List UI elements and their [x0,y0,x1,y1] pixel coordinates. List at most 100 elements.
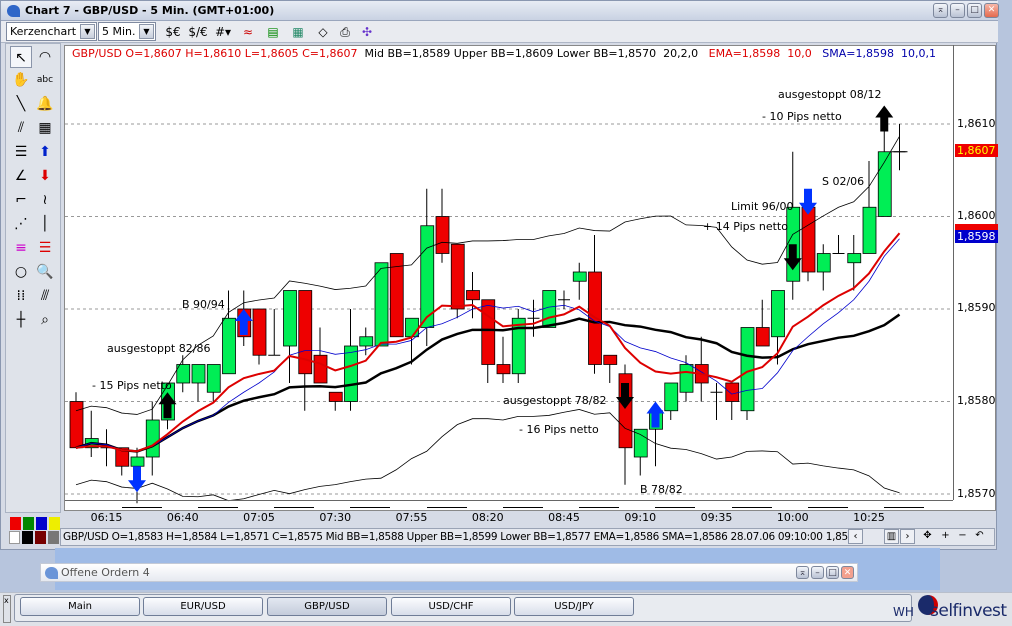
maximize-button[interactable]: □ [826,566,839,579]
close-button[interactable]: ✕ [984,3,999,18]
candle-up [664,382,679,412]
ray-tool-icon[interactable]: ⌐ [10,189,32,211]
scroll-right-button[interactable]: › [900,529,915,544]
indicator-volume-icon[interactable]: ▤ [263,23,283,41]
chevron-down-icon[interactable]: ▼ [80,24,95,39]
minimize-button[interactable]: – [811,566,824,579]
app-icon [45,567,58,579]
color-swatch-green[interactable] [23,517,34,530]
chart-type-select[interactable]: Kerzenchart ▼ [6,22,97,41]
zoom-out-icon[interactable]: − [955,529,970,544]
currency-dollar-euro-icon[interactable]: $€ [163,23,183,41]
price-axis-divider [953,45,954,500]
zoom-area-tool-icon[interactable]: ⌕ [34,309,56,331]
circle-tool-icon[interactable]: ○ [10,261,32,283]
annotation: S 02/06 [822,175,865,188]
parallel-lines-tool-icon[interactable]: ⫽ [10,117,32,139]
tab-eur-usd[interactable]: EUR/USD [143,597,263,616]
annotation: B 78/82 [640,483,683,496]
tab-usd-jpy[interactable]: USD/JPY [514,597,634,616]
candle-up [130,456,145,467]
pointer-tool-icon[interactable]: ↖ [10,46,32,68]
price-tick: 1,8610 [957,117,996,130]
move-icon[interactable]: ✥ [920,529,935,544]
buy-arrow-tool-icon[interactable]: ⬆ [34,141,56,163]
time-axis-segment [807,507,848,508]
scroll-thumb[interactable]: ▥ [884,529,899,544]
price-tick: 1,8570 [957,487,996,500]
brand-prefix: WH [893,605,914,619]
zoom-tool-icon[interactable]: 🔍 [34,261,56,283]
time-axis-segment [731,507,772,508]
bb-lower-line [75,409,900,502]
print-icon[interactable]: ⎙ [335,23,355,41]
calculator-icon[interactable]: ▦ [34,117,56,139]
fibonacci-levels-tool-icon[interactable]: ☰ [34,237,56,259]
scroll-left-button[interactable]: ‹ [848,529,863,544]
candle-down [450,243,465,310]
buy-arrow-icon [875,105,894,132]
channel-tool-icon[interactable]: ⫻ [34,285,56,307]
indicator-icon[interactable]: ≈ [238,23,258,41]
fan-tool-icon[interactable]: ∠ [10,165,32,187]
candle-up [679,364,694,393]
fibonacci-tool-icon[interactable]: ≡ [10,237,32,259]
chevron-down-icon[interactable]: ▼ [139,24,154,39]
vertical-line-tool-icon[interactable]: │ [34,213,56,235]
color-swatch-darkred[interactable] [35,531,46,544]
alarm-bell-icon[interactable]: 🔔 [34,93,56,115]
crosshair-tool-icon[interactable]: ┼ [10,309,32,331]
candle-up [633,428,648,458]
network-icon[interactable]: ✣ [357,23,377,41]
color-swatch-white[interactable] [9,531,20,544]
annotation: ausgestoppt 78/82 [503,394,607,407]
dropdown-window-button[interactable]: ⌅ [796,566,809,579]
chart-template-icon[interactable]: ▦ [288,23,308,41]
orders-window-minimized[interactable]: Offene Ordern 4 ⌅ – □ ✕ [40,563,858,582]
color-swatch-yellow[interactable] [49,517,60,530]
dropdown-window-button[interactable]: ⌅ [933,3,948,18]
arc-tool-icon[interactable]: ◠ [34,46,56,68]
time-axis-segment [655,507,696,508]
candle-down [603,354,618,365]
hand-tool-icon[interactable]: ✋ [10,69,32,91]
sell-arrow-tool-icon[interactable]: ⬇ [34,165,56,187]
price-tick: 1,8600 [957,209,996,222]
time-axis-segment [197,507,238,508]
toolbar: Kerzenchart ▼ 5 Min. ▼ $€ $/€ #▾ ≈ ▤ ▦ ◇ ⎙… [1,21,998,43]
gann-fan-tool-icon[interactable]: ⋰ [10,213,32,235]
tab-main[interactable]: Main [20,597,140,616]
color-swatch-black[interactable] [22,531,33,544]
maximize-button[interactable]: □ [967,3,982,18]
window-title: Chart 7 - GBP/USD - 5 Min. (GMT+01:00) [25,4,275,17]
book-icon[interactable]: ◇ [313,23,333,41]
text-tool-icon[interactable]: abc [34,69,56,91]
tab-gbp-usd[interactable]: GBP/USD [267,597,387,616]
color-swatch-gray[interactable] [48,531,59,544]
zoom-in-icon[interactable]: + [938,529,953,544]
tab-usd-chf[interactable]: USD/CHF [391,597,511,616]
close-tabs-icon[interactable]: x [3,595,11,623]
dotted-grid-tool-icon[interactable]: ⁞⁞ [10,285,32,307]
trendline-tool-icon[interactable]: ╲ [10,93,32,115]
time-tick: 07:05 [243,511,275,524]
candle-down [313,354,328,384]
candle-up [191,364,206,384]
title-bar[interactable]: Chart 7 - GBP/USD - 5 Min. (GMT+01:00) ⌅… [1,1,999,21]
annotation: Limit 96/00 [731,200,794,213]
freehand-tool-icon[interactable]: ≀ [34,189,56,211]
minimize-button[interactable]: – [950,3,965,18]
grid-icon[interactable]: #▾ [213,23,233,41]
close-button[interactable]: ✕ [841,566,854,579]
annotation: ausgestoppt 08/12 [778,88,882,101]
currency-dollar-euro-2-icon[interactable]: $/€ [188,23,208,41]
horizontal-lines-tool-icon[interactable]: ☰ [10,141,32,163]
time-axis-segment [426,507,467,508]
time-tick: 08:20 [471,511,504,524]
candle-up [283,290,297,347]
color-swatch-blue[interactable] [36,517,47,530]
undo-icon[interactable]: ↶ [972,529,987,544]
annotation: - 10 Pips netto [762,110,842,123]
color-swatch-red[interactable] [10,517,21,530]
timeframe-select[interactable]: 5 Min. ▼ [98,22,156,41]
